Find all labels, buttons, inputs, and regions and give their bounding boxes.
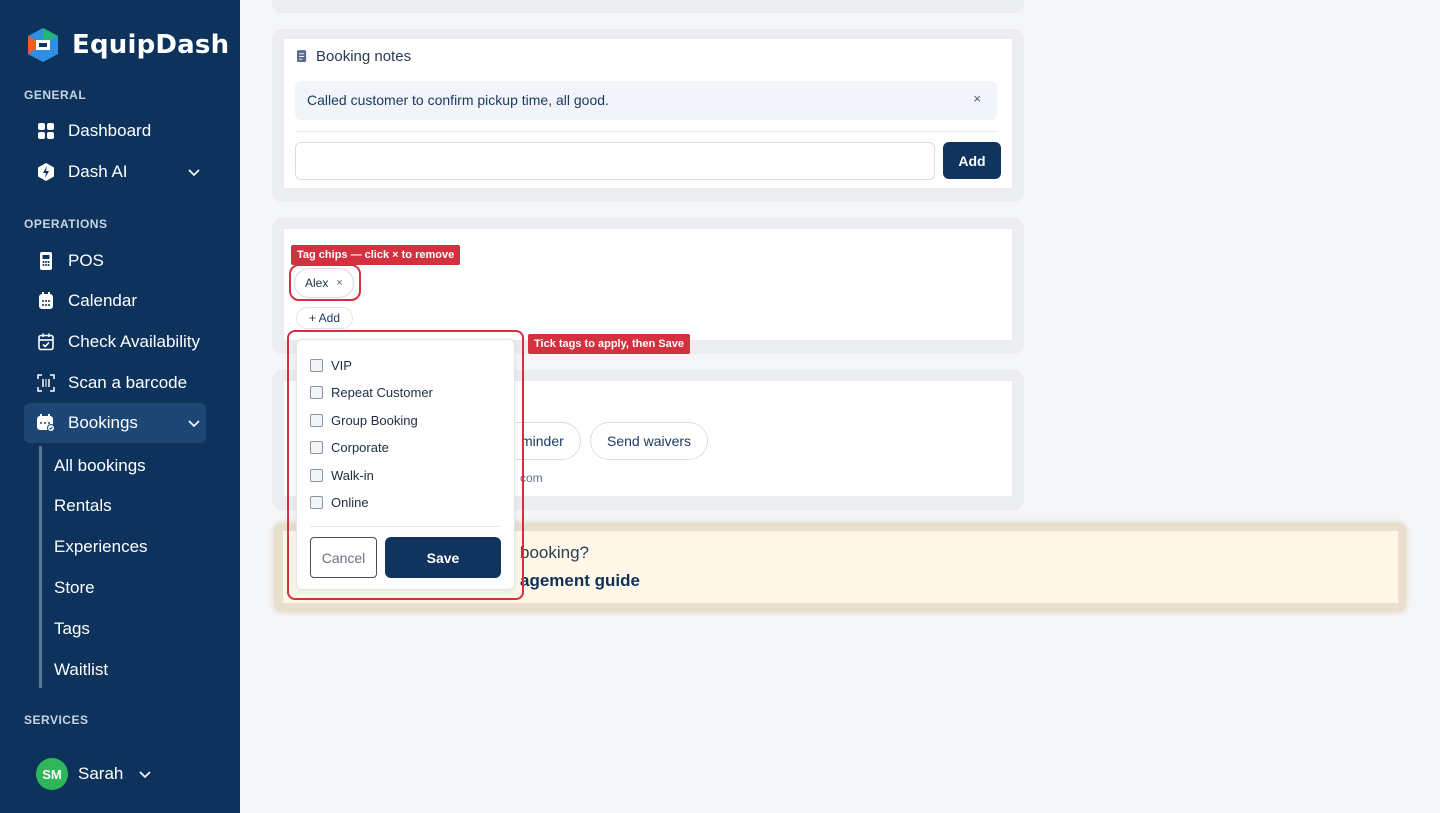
note-icon bbox=[297, 50, 307, 62]
sidebar-item-pos[interactable]: POS bbox=[24, 241, 206, 281]
checkbox[interactable] bbox=[310, 359, 323, 372]
tag-option-repeat-customer[interactable]: Repeat Customer bbox=[310, 385, 433, 400]
tag-option-label: Repeat Customer bbox=[331, 385, 433, 400]
barcode-scan-icon bbox=[36, 373, 56, 393]
avatar: SM bbox=[36, 758, 68, 790]
help-question: booking? bbox=[520, 543, 590, 562]
sidebar-item-dashboard[interactable]: Dashboard bbox=[24, 111, 206, 151]
chevron-down-icon[interactable] bbox=[186, 164, 202, 180]
sidebar-subitem-experiences[interactable]: Experiences bbox=[54, 537, 148, 557]
tag-option-label: Group Booking bbox=[331, 413, 418, 428]
tag-option-vip[interactable]: VIP bbox=[310, 358, 352, 373]
tag-dropdown: VIP Repeat Customer Group Booking Corpor… bbox=[296, 339, 515, 590]
checkbox[interactable] bbox=[310, 496, 323, 509]
ai-bolt-icon bbox=[36, 162, 56, 182]
tag-option-walk-in[interactable]: Walk-in bbox=[310, 468, 374, 483]
help-guide-link[interactable]: agement guide bbox=[520, 571, 640, 591]
save-button[interactable]: Save bbox=[385, 537, 501, 578]
checkbox[interactable] bbox=[310, 469, 323, 482]
send-waivers-button[interactable]: Send waivers bbox=[590, 422, 709, 460]
sidebar-item-calendar[interactable]: Calendar bbox=[24, 281, 206, 321]
booking-notes-title: Booking notes bbox=[316, 48, 412, 65]
subnav-indicator bbox=[39, 446, 42, 688]
brand-name: EquipDash bbox=[72, 30, 230, 60]
user-name: Sarah bbox=[78, 764, 124, 783]
sidebar-item-label: Bookings bbox=[68, 413, 138, 432]
tag-option-label: VIP bbox=[331, 358, 352, 373]
checkbox[interactable] bbox=[310, 441, 323, 454]
user-menu[interactable]: SM Sarah bbox=[36, 758, 153, 790]
tag-option-label: Corporate bbox=[331, 440, 389, 455]
chevron-down-icon[interactable] bbox=[186, 415, 202, 431]
divider bbox=[310, 526, 500, 527]
previous-card bbox=[272, 0, 1024, 13]
section-services: SERVICES bbox=[24, 713, 89, 727]
sidebar-item-label: Dash AI bbox=[68, 162, 128, 181]
grid-icon bbox=[36, 121, 56, 141]
note-text: Called customer to confirm pickup time, … bbox=[307, 92, 609, 108]
tag-chip-highlight bbox=[289, 264, 361, 301]
sidebar-item-label: Dashboard bbox=[68, 121, 152, 140]
sidebar-subitem-tags[interactable]: Tags bbox=[54, 619, 90, 639]
cancel-button[interactable]: Cancel bbox=[310, 537, 377, 578]
sidebar-subitem-rentals[interactable]: Rentals bbox=[54, 496, 112, 516]
section-operations: OPERATIONS bbox=[24, 217, 108, 231]
add-note-button[interactable]: Add bbox=[943, 142, 1001, 179]
note-item: Called customer to confirm pickup time, … bbox=[295, 81, 997, 120]
tag-option-online[interactable]: Online bbox=[310, 495, 369, 510]
sidebar-subitem-waitlist[interactable]: Waitlist bbox=[54, 660, 108, 680]
bookings-calendar-icon bbox=[36, 413, 56, 433]
sidebar-subitem-store[interactable]: Store bbox=[54, 578, 95, 598]
callout-tag-chips: Tag chips — click × to remove bbox=[291, 245, 461, 265]
sidebar-item-check-availability[interactable]: Check Availability bbox=[24, 322, 206, 362]
brand[interactable]: EquipDash bbox=[24, 26, 229, 64]
sidebar-item-label: Check Availability bbox=[68, 332, 200, 351]
sidebar: EquipDash GENERAL Dashboard Dash AI OPER… bbox=[0, 0, 240, 813]
sidebar-item-label: Calendar bbox=[68, 291, 137, 310]
divider bbox=[295, 131, 997, 132]
chevron-down-icon bbox=[139, 771, 151, 779]
send-waivers-label: Send waivers bbox=[607, 433, 692, 449]
equipdash-logo-icon bbox=[28, 28, 58, 62]
remove-note-icon[interactable]: × bbox=[973, 91, 981, 106]
booking-notes-header: Booking notes bbox=[297, 48, 411, 65]
send-reminder-label: minder bbox=[521, 433, 564, 449]
checkbox[interactable] bbox=[310, 386, 323, 399]
pos-terminal-icon bbox=[36, 251, 56, 271]
tag-option-label: Online bbox=[331, 495, 369, 510]
section-general: GENERAL bbox=[24, 88, 87, 102]
sidebar-item-label: POS bbox=[68, 251, 104, 270]
add-tag-button[interactable]: + Add bbox=[296, 307, 354, 329]
sidebar-item-dash-ai[interactable]: Dash AI bbox=[24, 152, 206, 192]
calendar-icon bbox=[36, 291, 56, 311]
tag-option-group-booking[interactable]: Group Booking bbox=[310, 413, 418, 428]
calendar-check-icon bbox=[36, 332, 56, 352]
sidebar-item-label: Scan a barcode bbox=[68, 373, 188, 392]
checkbox[interactable] bbox=[310, 414, 323, 427]
tag-option-corporate[interactable]: Corporate bbox=[310, 440, 389, 455]
callout-dropdown: Tick tags to apply, then Save bbox=[528, 334, 690, 354]
note-input[interactable] bbox=[295, 142, 935, 180]
sidebar-item-bookings[interactable]: Bookings bbox=[24, 403, 206, 443]
tag-option-label: Walk-in bbox=[331, 468, 374, 483]
sidebar-item-scan-barcode[interactable]: Scan a barcode bbox=[24, 363, 206, 403]
sidebar-subitem-all-bookings[interactable]: All bookings bbox=[54, 456, 146, 476]
